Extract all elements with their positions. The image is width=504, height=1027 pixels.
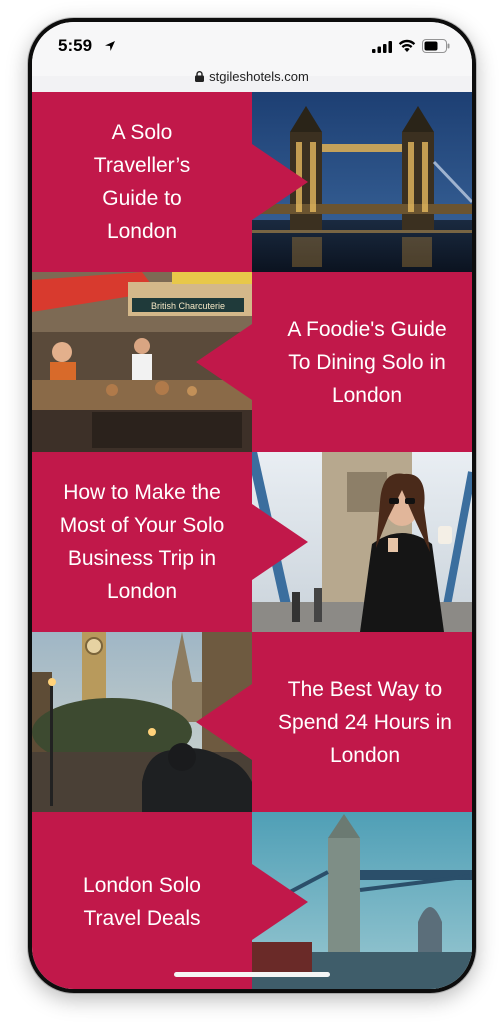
article-title: The Best Way to Spend 24 Hours in London — [278, 677, 452, 767]
stall-sign-text: British Charcuterie — [151, 301, 225, 311]
article-tile[interactable]: A Solo Traveller’s Guide to London — [32, 92, 472, 272]
browser-screen: 5:59 stgileshotels.com A Solo Traveller’… — [32, 22, 472, 989]
article-tile[interactable]: How to Make the Most of Your Solo Busine… — [32, 452, 472, 632]
article-tile[interactable]: The Best Way to Spend 24 Hours in London — [32, 632, 472, 812]
arrow-notch — [252, 504, 308, 580]
article-feed: A Solo Traveller’s Guide to London Briti… — [32, 92, 472, 989]
article-title-panel[interactable]: A Foodie's Guide To Dining Solo in Londo… — [252, 272, 472, 452]
address-bar[interactable]: stgileshotels.com — [32, 62, 472, 92]
lock-icon — [195, 71, 205, 82]
status-bar: 5:59 stgileshotels.com — [32, 22, 472, 84]
wifi-icon — [398, 39, 416, 52]
article-title: How to Make the Most of Your Solo Busine… — [59, 481, 225, 603]
battery-icon — [422, 39, 450, 53]
arrow-notch — [252, 864, 308, 940]
phone-frame: 5:59 stgileshotels.com A Solo Traveller’… — [28, 18, 476, 993]
home-indicator[interactable] — [174, 972, 330, 977]
url-text: stgileshotels.com — [209, 69, 309, 84]
arrow-notch — [196, 324, 252, 400]
article-tile[interactable]: British Charcuterie A Foodie's Guide To … — [32, 272, 472, 452]
article-title: A Solo Traveller’s Guide to London — [93, 121, 191, 243]
article-tile[interactable]: London Solo Travel Deals — [32, 812, 472, 989]
article-title-panel[interactable]: London Solo Travel Deals — [32, 812, 252, 989]
article-title-panel[interactable]: The Best Way to Spend 24 Hours in London — [252, 632, 472, 812]
arrow-notch — [196, 684, 252, 760]
cellular-signal-icon — [372, 41, 392, 53]
article-title: A Foodie's Guide To Dining Solo in Londo… — [287, 317, 447, 407]
article-title-panel[interactable]: How to Make the Most of Your Solo Busine… — [32, 452, 252, 632]
location-arrow-icon — [105, 41, 115, 51]
article-title-panel[interactable]: A Solo Traveller’s Guide to London — [32, 92, 252, 272]
arrow-notch — [252, 144, 308, 220]
status-time: 5:59 — [58, 36, 93, 55]
article-title: London Solo Travel Deals — [83, 874, 201, 930]
